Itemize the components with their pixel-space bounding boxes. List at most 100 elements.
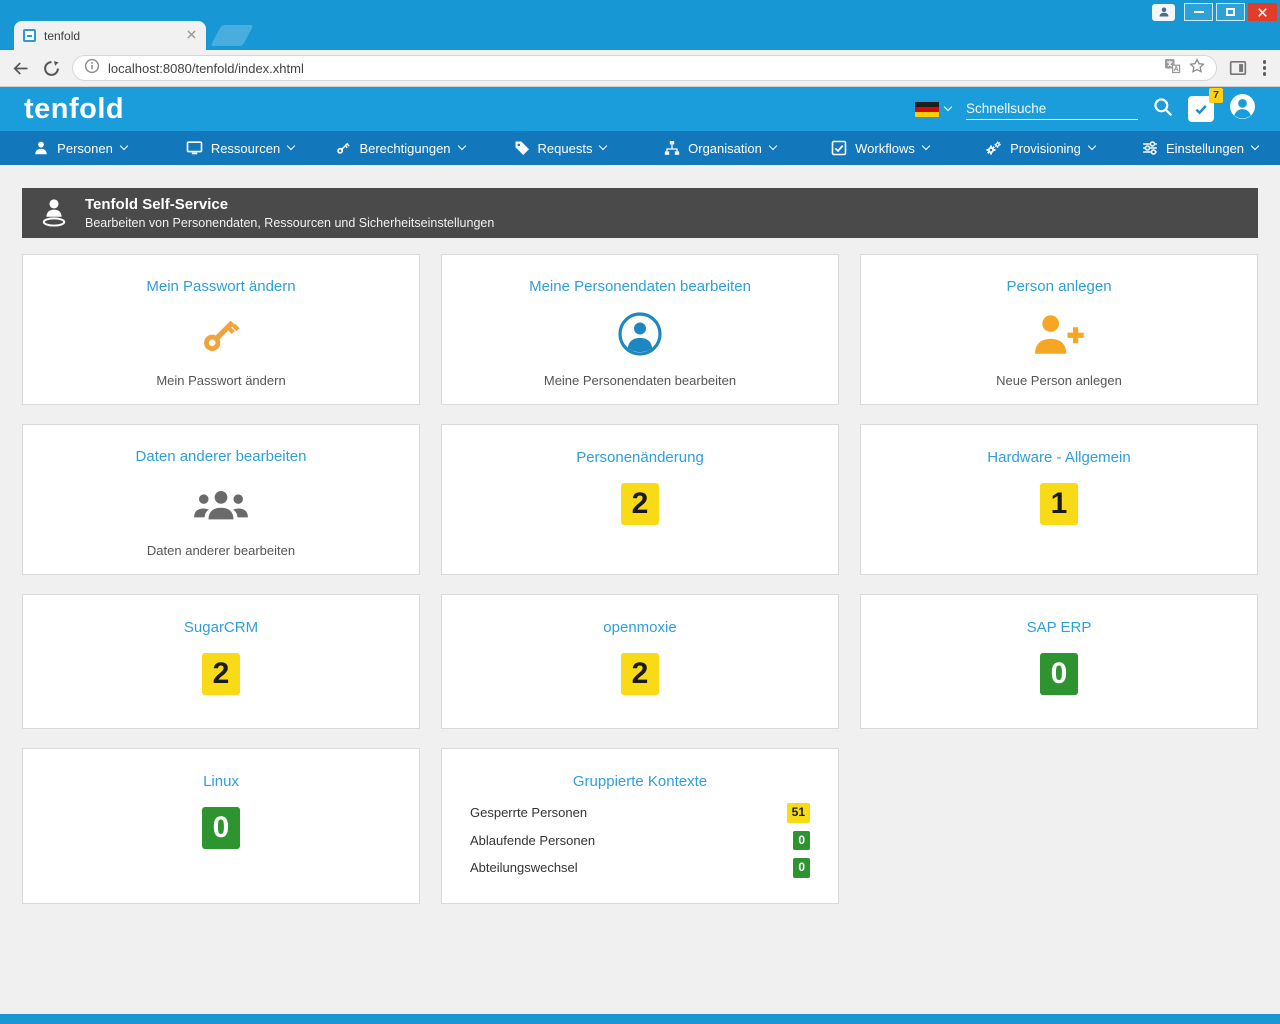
list-item[interactable]: Abteilungswechsel 0 bbox=[470, 858, 810, 878]
nav-label: Berechtigungen bbox=[359, 140, 451, 156]
org-chart-icon bbox=[664, 141, 680, 155]
card-openmoxie[interactable]: openmoxie 2 bbox=[441, 594, 839, 729]
search-icon[interactable] bbox=[1153, 97, 1173, 122]
tab-close-icon[interactable] bbox=[186, 27, 197, 45]
search-input[interactable] bbox=[966, 98, 1138, 120]
card-sap-erp[interactable]: SAP ERP 0 bbox=[860, 594, 1258, 729]
card-daten-anderer[interactable]: Daten anderer bearbeiten Daten anderer b… bbox=[22, 424, 420, 575]
card-hardware-allgemein[interactable]: Hardware - Allgemein 1 bbox=[860, 424, 1258, 575]
user-avatar-icon[interactable] bbox=[1229, 93, 1256, 125]
nav-item-organisation[interactable]: Organisation bbox=[640, 131, 800, 165]
chevron-down-icon bbox=[943, 102, 953, 112]
profile-icon[interactable] bbox=[1152, 3, 1175, 21]
maximize-button[interactable] bbox=[1216, 3, 1245, 21]
list-item[interactable]: Gesperrte Personen 51 bbox=[470, 803, 810, 823]
nav-item-provisioning[interactable]: Provisioning bbox=[960, 131, 1120, 165]
chevron-down-icon bbox=[457, 141, 466, 151]
page-title: Tenfold Self-Service bbox=[85, 196, 229, 213]
nav-label: Workflows bbox=[855, 140, 915, 156]
count-badge: 2 bbox=[201, 653, 241, 695]
card-title: SugarCRM bbox=[183, 619, 259, 636]
card-title: Personenänderung bbox=[576, 449, 704, 466]
count-badge: 51 bbox=[786, 803, 810, 823]
nav-item-einstellungen[interactable]: Einstellungen bbox=[1120, 131, 1280, 165]
card-title: Mein Passwort ändern bbox=[146, 278, 296, 295]
list-item[interactable]: Ablaufende Personen 0 bbox=[470, 830, 810, 851]
monitor-icon bbox=[186, 141, 203, 155]
card-caption: Meine Personendaten bearbeiten bbox=[543, 373, 737, 388]
tasks-count-badge: 7 bbox=[1209, 88, 1223, 103]
browser-menu-icon[interactable] bbox=[1259, 56, 1271, 80]
card-title: Hardware - Allgemein bbox=[987, 449, 1131, 466]
nav-item-ressourcen[interactable]: Ressourcen bbox=[160, 131, 320, 165]
count-badge: 0 bbox=[793, 830, 810, 851]
card-personenaenderung[interactable]: Personenänderung 2 bbox=[441, 424, 839, 575]
card-caption: Daten anderer bearbeiten bbox=[146, 543, 296, 558]
browser-window: tenfold localhost:8080/tenfold/index.xht… bbox=[0, 0, 1280, 1024]
address-bar[interactable]: localhost:8080/tenfold/index.xhtml bbox=[72, 55, 1217, 81]
key-icon bbox=[337, 142, 351, 154]
list-item-label: Abteilungswechsel bbox=[470, 860, 578, 876]
new-tab-button[interactable] bbox=[210, 25, 254, 46]
panel-icon[interactable] bbox=[1229, 59, 1247, 77]
card-linux[interactable]: Linux 0 bbox=[22, 748, 420, 904]
nav-label: Ressourcen bbox=[210, 140, 281, 156]
browser-toolbar: localhost:8080/tenfold/index.xhtml bbox=[0, 50, 1280, 87]
minimize-button[interactable] bbox=[1184, 3, 1213, 21]
gears-icon bbox=[986, 141, 1001, 155]
browser-titlebar: tenfold bbox=[0, 0, 1280, 50]
card-title: Daten anderer bearbeiten bbox=[135, 448, 307, 465]
card-personendaten-bearbeiten[interactable]: Meine Personendaten bearbeiten Meine Per… bbox=[441, 254, 839, 405]
card-sugarcrm[interactable]: SugarCRM 2 bbox=[22, 594, 420, 729]
chevron-down-icon bbox=[1250, 141, 1260, 151]
chevron-down-icon bbox=[119, 141, 129, 151]
window-frame-bottom bbox=[0, 1014, 1280, 1024]
list-item-label: Ablaufende Personen bbox=[470, 832, 596, 848]
card-grid: Mein Passwort ändern Mein Passwort änder… bbox=[22, 254, 1258, 904]
count-badge: 0 bbox=[201, 807, 241, 849]
app-header: tenfold 7 bbox=[0, 87, 1280, 131]
person-pin-icon bbox=[42, 199, 66, 227]
language-flag-icon[interactable] bbox=[915, 101, 953, 117]
page-content: Tenfold Self-Service Bearbeiten von Pers… bbox=[0, 165, 1280, 1014]
check-icon bbox=[1195, 105, 1207, 115]
page-subtitle: Bearbeiten von Personendaten, Ressourcen… bbox=[85, 216, 495, 230]
chevron-down-icon bbox=[599, 141, 608, 151]
checkbox-icon bbox=[831, 140, 847, 156]
chevron-down-icon bbox=[1087, 141, 1097, 151]
nav-item-requests[interactable]: Requests bbox=[480, 131, 640, 165]
back-icon[interactable] bbox=[10, 58, 31, 79]
close-button[interactable] bbox=[1248, 3, 1277, 21]
card-title: Gruppierte Kontexte bbox=[572, 773, 708, 790]
nav-item-berechtigungen[interactable]: Berechtigungen bbox=[320, 131, 480, 165]
nav-label: Einstellungen bbox=[1165, 140, 1245, 156]
nav-item-personen[interactable]: Personen bbox=[0, 131, 160, 165]
card-title: SAP ERP bbox=[1026, 619, 1092, 636]
card-caption: Neue Person anlegen bbox=[996, 373, 1122, 388]
count-badge: 1 bbox=[1039, 483, 1079, 525]
nav-label: Requests bbox=[537, 140, 593, 156]
app-logo[interactable]: tenfold bbox=[24, 94, 124, 124]
nav-label: Organisation bbox=[688, 140, 762, 156]
sliders-icon bbox=[1143, 141, 1157, 155]
count-badge: 0 bbox=[793, 858, 810, 878]
translate-icon[interactable] bbox=[1164, 58, 1181, 79]
card-passwort-aendern[interactable]: Mein Passwort ändern Mein Passwort änder… bbox=[22, 254, 420, 405]
key-icon bbox=[204, 320, 240, 351]
reload-icon[interactable] bbox=[43, 60, 60, 77]
person-icon bbox=[35, 141, 47, 155]
browser-tab[interactable]: tenfold bbox=[14, 21, 206, 50]
page-header: Tenfold Self-Service Bearbeiten von Pers… bbox=[22, 188, 1258, 238]
url-text[interactable]: localhost:8080/tenfold/index.xhtml bbox=[108, 61, 1156, 76]
info-icon[interactable] bbox=[84, 58, 100, 79]
chevron-down-icon bbox=[768, 141, 778, 151]
card-gruppierte-kontexte[interactable]: Gruppierte Kontexte Gesperrte Personen 5… bbox=[441, 748, 839, 904]
card-person-anlegen[interactable]: Person anlegen Neue Person anlegen bbox=[860, 254, 1258, 405]
nav-item-workflows[interactable]: Workflows bbox=[800, 131, 960, 165]
tab-favicon-icon bbox=[23, 29, 36, 42]
nav-label: Personen bbox=[57, 140, 113, 156]
card-title: Person anlegen bbox=[1006, 278, 1112, 295]
tasks-button[interactable]: 7 bbox=[1188, 88, 1223, 122]
bookmark-star-icon[interactable] bbox=[1188, 57, 1205, 79]
count-badge: 0 bbox=[1039, 653, 1079, 695]
